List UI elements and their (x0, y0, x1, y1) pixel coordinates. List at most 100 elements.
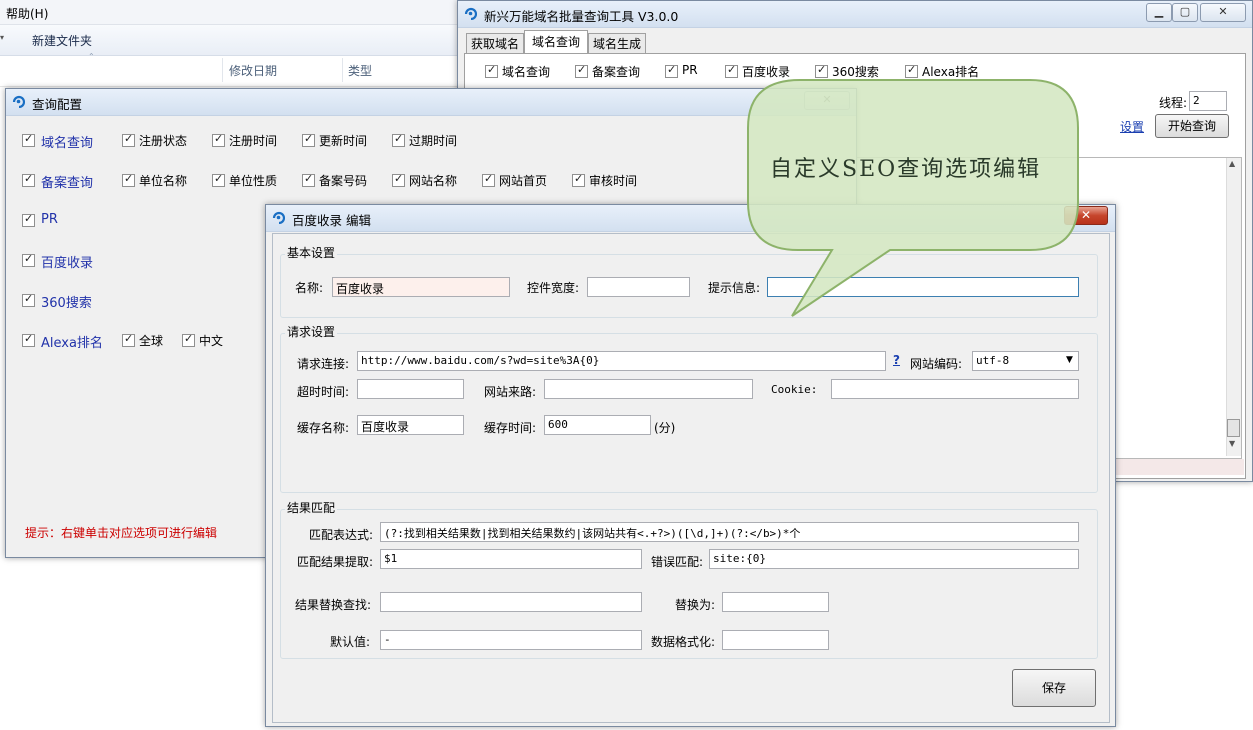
referer-label: 网站来路: (484, 385, 537, 399)
query-sub-checkbox[interactable]: ✓ (302, 132, 315, 147)
scroll-down-icon[interactable]: ▼ (1229, 439, 1235, 448)
query-main-label[interactable]: 备案查询 (41, 172, 93, 191)
cache-name-label: 缓存名称: (297, 421, 350, 435)
timeout-input[interactable] (357, 379, 464, 399)
url-help-link[interactable]: ? (893, 353, 900, 367)
query-sub-label: 全球 (139, 334, 164, 348)
query-sub-checkbox[interactable]: ✓ (122, 332, 135, 347)
query-main-checkbox[interactable]: ✓ (22, 292, 35, 307)
start-query-button[interactable]: 开始查询 (1155, 114, 1229, 138)
threads-label: 线程: (1159, 96, 1188, 110)
error-match-input[interactable]: site:{0} (709, 549, 1079, 569)
callout-text: 自定义SEO查询选项编辑 (770, 157, 1042, 182)
query-sub-checkbox[interactable]: ✓ (122, 172, 135, 187)
default-value-label: 默认值: (330, 635, 371, 649)
replace-with-label: 替换为: (675, 598, 716, 612)
query-sub-label: 网站首页 (499, 174, 548, 188)
query-sub-label: 单位名称 (139, 174, 188, 188)
scroll-thumb[interactable] (1227, 419, 1240, 437)
default-value-input[interactable]: - (380, 630, 642, 650)
app-icon (272, 211, 285, 224)
query-main-label[interactable]: PR (41, 212, 58, 227)
query-sub-checkbox[interactable]: ✓ (392, 172, 405, 187)
replace-with-input[interactable] (722, 592, 829, 612)
query-main-checkbox[interactable]: ✓ (22, 172, 35, 187)
width-input[interactable] (587, 277, 690, 297)
extract-label: 匹配结果提取: (297, 555, 374, 569)
settings-link[interactable]: 设置 (1120, 118, 1144, 135)
encoding-select[interactable]: utf-8 (972, 351, 1079, 371)
query-sub-checkbox[interactable]: ✓ (212, 132, 225, 147)
query-main-checkbox[interactable]: ✓ (22, 252, 35, 267)
url-input[interactable]: http://www.baidu.com/s?wd=site%3A{0} (357, 351, 886, 371)
query-main-label[interactable]: 360搜索 (41, 292, 92, 311)
referer-input[interactable] (544, 379, 753, 399)
query-config-titlebar: 查询配置 ✕ (6, 89, 856, 116)
query-main-label[interactable]: 百度收录 (41, 252, 93, 271)
extract-input[interactable]: $1 (380, 549, 642, 569)
edit-hint: 提示：右键单击对应选项可进行编辑 (25, 526, 218, 540)
cookie-label: Cookie: (771, 383, 818, 396)
cache-time-unit: (分) (654, 421, 676, 435)
query-sub-label: 审核时间 (589, 174, 638, 188)
main-close-button[interactable]: ✕ (1200, 3, 1246, 22)
query-sub-checkbox[interactable]: ✓ (302, 172, 315, 187)
minimize-button[interactable]: ▁ (1146, 3, 1172, 22)
query-sub-label: 注册状态 (139, 134, 188, 148)
format-label: 数据格式化: (651, 635, 716, 649)
query-sub-checkbox[interactable]: ✓ (482, 172, 495, 187)
encoding-value: utf-8 (976, 354, 1010, 367)
chevron-down-icon[interactable]: ▼ (1066, 355, 1073, 365)
maximize-button[interactable]: ▢ (1172, 3, 1198, 22)
explorer-toolbar-chevron-icon[interactable]: ▾ (0, 33, 4, 42)
cache-time-label: 缓存时间: (484, 421, 537, 435)
encoding-label: 网站编码: (910, 357, 963, 371)
query-main-checkbox[interactable]: ✓ (22, 132, 35, 147)
replace-find-input[interactable] (380, 592, 642, 612)
cache-name-input[interactable]: 百度收录 (357, 415, 464, 435)
query-sub-checkbox[interactable]: ✓ (392, 132, 405, 147)
tab-get-domains[interactable]: 获取域名 (466, 33, 524, 54)
query-main-checkbox[interactable]: ✓ (22, 332, 35, 347)
query-sub-checkbox[interactable]: ✓ (572, 172, 585, 187)
option-label: 域名查询 (502, 65, 551, 79)
error-match-label: 错误匹配: (651, 555, 704, 569)
result-scrollbar[interactable] (1226, 158, 1241, 456)
regex-label: 匹配表达式: (309, 528, 374, 542)
scroll-up-icon[interactable]: ▲ (1229, 159, 1235, 168)
option-checkbox[interactable]: ✓ (725, 63, 738, 78)
option-checkbox[interactable]: ✓ (665, 63, 678, 78)
option-checkbox[interactable]: ✓ (485, 63, 498, 78)
save-button[interactable]: 保存 (1012, 669, 1096, 707)
query-sub-label: 中文 (199, 334, 224, 348)
basic-settings-title: 基本设置 (285, 244, 338, 261)
column-type[interactable]: 类型 (348, 62, 372, 79)
query-main-label[interactable]: Alexa排名 (41, 332, 103, 351)
tab-domain-generate[interactable]: 域名生成 (588, 33, 646, 54)
query-sub-label: 单位性质 (229, 174, 278, 188)
column-date[interactable]: 修改日期 (229, 62, 277, 79)
cache-time-input[interactable]: 600 (544, 415, 651, 435)
query-sub-checkbox[interactable]: ✓ (212, 172, 225, 187)
query-sub-checkbox[interactable]: ✓ (122, 132, 135, 147)
main-window-title: 新兴万能域名批量查询工具 V3.0.0 (484, 9, 679, 24)
query-main-checkbox[interactable]: ✓ (22, 212, 35, 227)
format-input[interactable] (722, 630, 829, 650)
width-label: 控件宽度: (527, 281, 580, 295)
url-label: 请求连接: (297, 357, 350, 371)
explorer-menu-help[interactable]: 帮助(H) (6, 5, 48, 22)
regex-input[interactable]: (?:找到相关结果数|找到相关结果数约|该网站共有<.+?>)([\d,]+)(… (380, 522, 1079, 542)
query-sub-label: 注册时间 (229, 134, 278, 148)
cookie-input[interactable] (831, 379, 1079, 399)
app-icon (12, 95, 25, 108)
name-input[interactable]: 百度收录 (332, 277, 510, 297)
option-label: 备案查询 (592, 65, 641, 79)
query-sub-label: 更新时间 (319, 134, 368, 148)
query-sub-checkbox[interactable]: ✓ (182, 332, 195, 347)
option-label: PR (682, 63, 698, 77)
tab-domain-query[interactable]: 域名查询 (524, 30, 588, 54)
new-folder-button[interactable]: 新建文件夹 (32, 32, 92, 49)
query-main-label[interactable]: 域名查询 (41, 132, 93, 151)
option-checkbox[interactable]: ✓ (575, 63, 588, 78)
threads-input[interactable]: 2 (1189, 91, 1227, 111)
